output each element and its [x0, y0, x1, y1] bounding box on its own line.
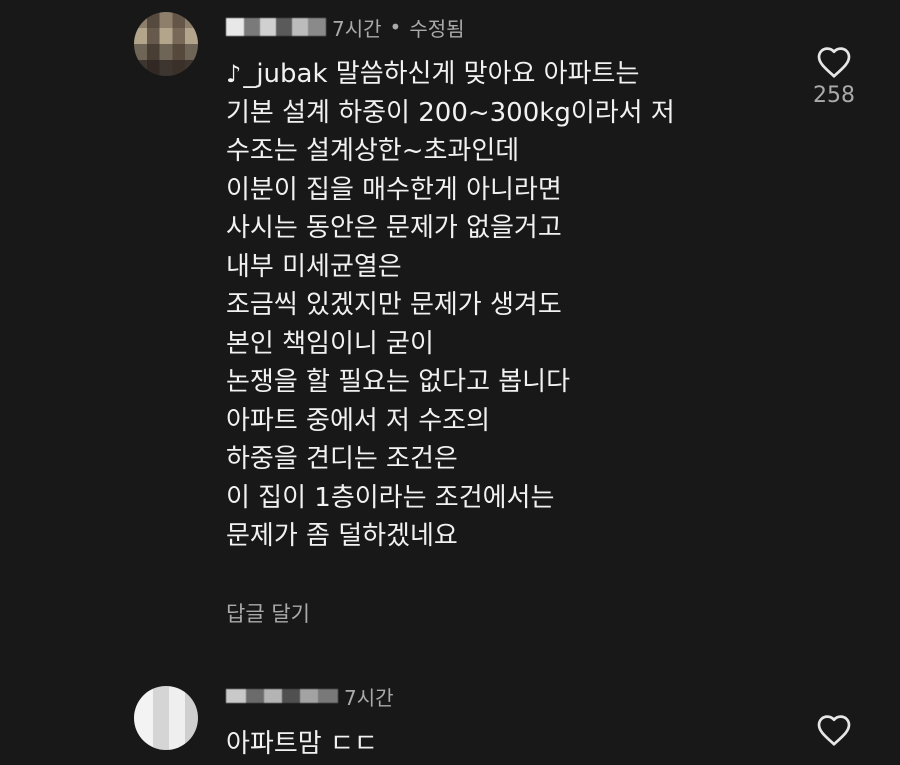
comment-line: 내부 미세균열은	[226, 251, 402, 282]
comment-line: 하중을 견디는 조건은	[226, 444, 458, 474]
edited-label: 수정됨	[409, 16, 465, 41]
mention-link[interactable]: _jubak	[243, 59, 327, 89]
heart-outline-icon[interactable]	[804, 713, 864, 747]
username-redacted[interactable]	[226, 689, 338, 703]
avatar[interactable]	[134, 12, 198, 76]
comment-line: 본인 책임이니 굳이	[226, 328, 434, 359]
comment-line: 이분이 집을 매수한게 아니라면	[226, 174, 562, 205]
music-note-icon: ♪	[226, 60, 242, 88]
reply-button[interactable]: 답글 달기	[226, 598, 310, 628]
comment-line: 수조는 설계상한~초과인데	[226, 136, 520, 166]
comment-line: ♪_jubak 말씀하신게 맞아요 아파트는	[226, 55, 675, 94]
comment-line: 사시는 동안은 문제가 없을거고	[226, 213, 562, 243]
comment-header: 7시간 • 수정됨	[226, 12, 465, 42]
heart-outline-icon[interactable]	[804, 45, 864, 79]
username-redacted[interactable]	[226, 18, 326, 36]
comment-line: 이 집이 1층이라는 조건에서는	[226, 482, 555, 513]
comment-time: 7시간	[344, 685, 394, 710]
like-button[interactable]	[804, 713, 864, 747]
comment-body: 아파트맘 ㄷㄷ	[226, 729, 378, 759]
comment-line: 아파트 중에서 저 수조의	[226, 405, 490, 436]
comment-line: 기본 설계 하중이 200~300kg이라서 저	[226, 97, 675, 128]
avatar[interactable]	[134, 686, 198, 750]
comment-body: ♪_jubak 말씀하신게 맞아요 아파트는 기본 설계 하중이 200~300…	[226, 55, 675, 556]
comment-line: 문제가 좀 덜하겠네요	[226, 521, 458, 551]
comment-header: 7시간	[226, 681, 394, 711]
comment-line: 조금씩 있겠지만 문제가 생겨도	[226, 290, 562, 320]
comment-time: 7시간	[332, 16, 382, 41]
comment-line: 논쟁을 할 필요는 없다고 봅니다	[226, 367, 571, 397]
header-separator: •	[389, 15, 402, 39]
like-button[interactable]: 258	[804, 45, 864, 108]
like-count: 258	[813, 83, 855, 108]
